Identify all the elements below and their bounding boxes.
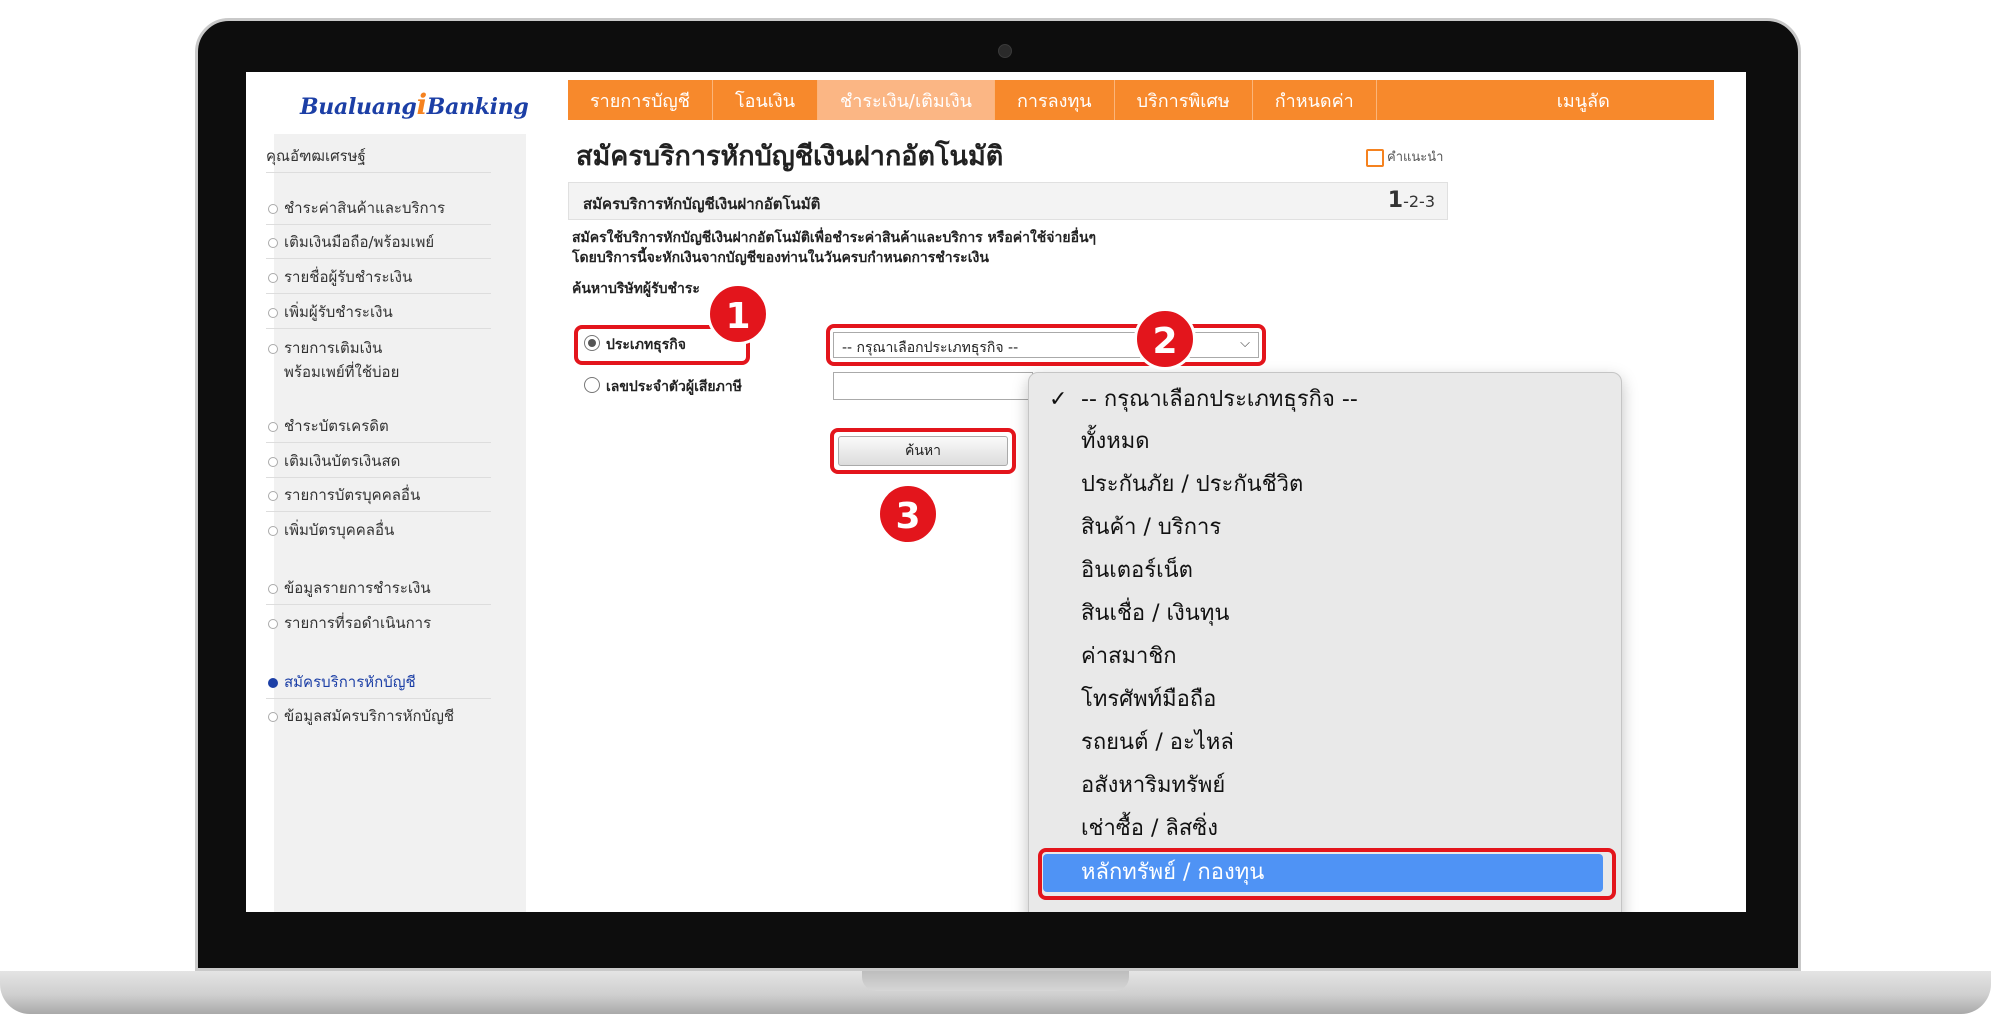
laptop-notch bbox=[862, 971, 1129, 991]
sidebar-item-direct-debit-info[interactable]: ข้อมูลสมัครบริการหักบัญชี bbox=[266, 704, 491, 728]
sidebar-divider bbox=[266, 698, 491, 699]
nav-transfer[interactable]: โอนเงิน bbox=[713, 80, 819, 120]
camera-icon bbox=[998, 44, 1012, 58]
dropdown-option[interactable]: อสังหาริมทรัพย์ bbox=[1043, 767, 1603, 805]
business-type-dropdown: ✓ -- กรุณาเลือกประเภทธุรกิจ -- ทั้งหมด ปร… bbox=[1028, 372, 1622, 912]
highlight-box-3 bbox=[830, 428, 1016, 474]
sidebar-item-pay-credit-card[interactable]: ชำระบัตรเครดิต bbox=[266, 414, 491, 438]
dropdown-option[interactable]: รถยนต์ / อะไหล่ bbox=[1043, 724, 1603, 762]
sidebar-divider bbox=[266, 442, 491, 443]
sidebar-item-payment-info[interactable]: ข้อมูลรายการชำระเงิน bbox=[266, 576, 491, 600]
sidebar-item-topup-mobile[interactable]: เติมเงินมือถือ/พร้อมเพย์ bbox=[266, 230, 491, 254]
dropdown-option[interactable]: สินค้า / บริการ bbox=[1043, 509, 1603, 547]
sidebar-item-direct-debit-signup[interactable]: สมัครบริการหักบัญชี bbox=[266, 670, 491, 694]
nav-shortcut-menu[interactable]: เมนูลัด bbox=[1377, 80, 1632, 120]
sidebar-item-other-cards[interactable]: รายการบัตรบุคคลอื่น bbox=[266, 483, 491, 507]
sidebar-divider bbox=[266, 172, 491, 173]
tax-id-input[interactable] bbox=[833, 372, 1033, 400]
step-title: สมัครบริการหักบัญชีเงินฝากอัตโนมัติ bbox=[583, 195, 821, 213]
highlight-box-2 bbox=[826, 324, 1266, 366]
step-badge-2: 2 bbox=[1134, 308, 1196, 370]
help-icon bbox=[1366, 148, 1384, 167]
dropdown-option[interactable]: ทั้งหมด bbox=[1043, 423, 1603, 461]
sidebar-item-pay-bills[interactable]: ชำระค่าสินค้าและบริการ bbox=[266, 196, 491, 220]
step-bar: สมัครบริการหักบัญชีเงินฝากอัตโนมัติ 1-2-… bbox=[568, 182, 1448, 220]
sidebar-item-add-other-card[interactable]: เพิ่มบัตรบุคคลอื่น bbox=[266, 518, 491, 542]
dropdown-option[interactable]: อินเตอร์เน็ต bbox=[1043, 552, 1603, 590]
highlight-box-option bbox=[1038, 848, 1616, 900]
nav-special-services[interactable]: บริการพิเศษ bbox=[1115, 80, 1253, 120]
page-title: สมัครบริการหักบัญชีเงินฝากอัตโนมัติ bbox=[576, 141, 1004, 172]
sidebar-item-add-biller[interactable]: เพิ่มผู้รับชำระเงิน bbox=[266, 300, 491, 324]
user-name: คุณอัฑฒเศรษฐ์ bbox=[266, 147, 366, 165]
dropdown-option[interactable]: ✓ -- กรุณาเลือกประเภทธุรกิจ -- bbox=[1043, 381, 1603, 419]
dropdown-option[interactable]: สินเชื่อ / เงินทุน bbox=[1043, 595, 1603, 633]
sidebar-divider bbox=[266, 224, 491, 225]
sidebar-item-topup-list[interactable]: รายการเติมเงิน พร้อมเพย์ที่ใช้บ่อย bbox=[266, 336, 491, 384]
sidebar-divider bbox=[266, 258, 491, 259]
dropdown-option[interactable]: โทรศัพท์มือถือ bbox=[1043, 681, 1603, 719]
sidebar-divider bbox=[266, 328, 491, 329]
top-navigation: รายการบัญชี โอนเงิน ชำระเงิน/เติมเงิน กา… bbox=[568, 80, 1714, 120]
check-icon: ✓ bbox=[1049, 387, 1068, 412]
sidebar-item-biller-list[interactable]: รายชื่อผู้รับชำระเงิน bbox=[266, 265, 491, 289]
radio-unselected-icon[interactable] bbox=[584, 377, 600, 393]
radio-tax-id[interactable]: เลขประจำตัวผู้เสียภาษี bbox=[584, 376, 742, 398]
bualuang-logo[interactable]: BualuangiBanking bbox=[300, 88, 529, 121]
sidebar-item-topup-cash-card[interactable]: เติมเงินบัตรเงินสด bbox=[266, 449, 491, 473]
help-link[interactable]: คำแนะนำ bbox=[1366, 146, 1443, 167]
nav-settings[interactable]: กำหนดค่า bbox=[1253, 80, 1377, 120]
sidebar-divider bbox=[266, 511, 491, 512]
dropdown-option[interactable]: ประกันภัย / ประกันชีวิต bbox=[1043, 466, 1603, 504]
screen: BualuangiBanking รายการบัญชี โอนเงิน ชำร… bbox=[246, 72, 1746, 912]
sidebar-item-pending[interactable]: รายการที่รอดำเนินการ bbox=[266, 611, 491, 635]
step-indicator: 1-2-3 bbox=[1387, 188, 1435, 213]
sidebar-divider bbox=[266, 604, 491, 605]
search-label: ค้นหาบริษัทผู้รับชำระ bbox=[572, 281, 700, 297]
step-badge-1: 1 bbox=[707, 283, 769, 345]
nav-payment[interactable]: ชำระเงิน/เติมเงิน bbox=[818, 80, 995, 120]
description: สมัครใช้บริการหักบัญชีเงินฝากอัตโนมัติเพ… bbox=[572, 230, 1097, 266]
nav-investment[interactable]: การลงทุน bbox=[995, 80, 1115, 120]
dropdown-option[interactable]: ค่าสมาชิก bbox=[1043, 638, 1603, 676]
sidebar-divider bbox=[266, 477, 491, 478]
nav-accounts[interactable]: รายการบัญชี bbox=[568, 80, 713, 120]
step-badge-3: 3 bbox=[877, 483, 939, 545]
sidebar-divider bbox=[266, 293, 491, 294]
dropdown-option[interactable]: เช่าซื้อ / ลิสซิ่ง bbox=[1043, 810, 1603, 848]
